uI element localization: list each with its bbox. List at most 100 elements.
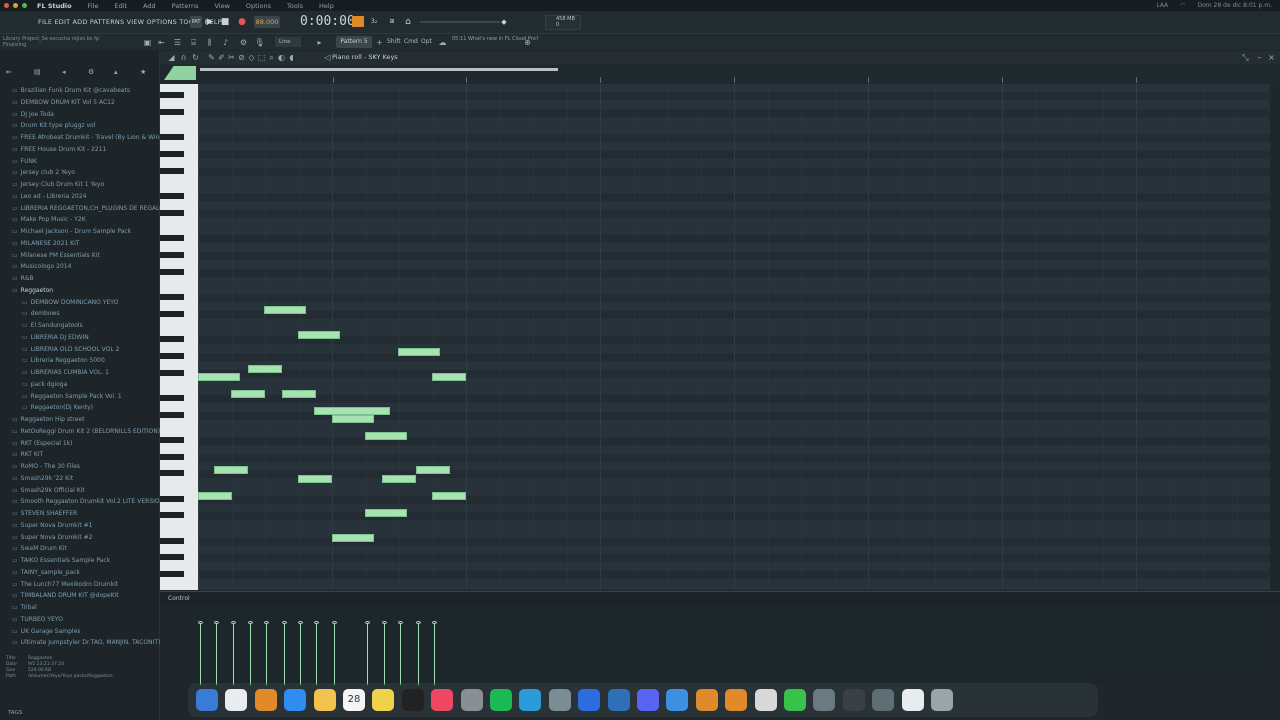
midi-note[interactable] [298, 331, 340, 339]
browser-file-icon[interactable]: ▤ [34, 68, 41, 76]
facetime-icon[interactable] [784, 689, 806, 711]
black-key[interactable] [160, 310, 184, 317]
loop-region-bar[interactable] [200, 68, 558, 71]
fl-studio-3-icon[interactable] [725, 689, 748, 711]
browser-folder[interactable]: ▭ RetOoReggi Drum Kit 2 (BELORNILLS EDITI… [12, 426, 160, 437]
browser-folder[interactable]: ▭ SwaM Drum Kit [12, 543, 67, 554]
piano-roll-title[interactable]: Piano roll - SKY Keys [332, 53, 398, 61]
midi-note[interactable] [416, 466, 450, 474]
browser-folder[interactable]: ▭ Musicologo 2014 [12, 261, 71, 272]
midi-note[interactable] [398, 348, 440, 356]
parallels-icon[interactable] [754, 689, 777, 711]
browser-folder[interactable]: ▭ RoMO - The 30 Files [12, 461, 80, 472]
midi-note[interactable] [198, 492, 232, 500]
status-lang[interactable]: LAA [1156, 2, 1168, 9]
plugin-icon[interactable]: ⚙ [238, 37, 249, 48]
browser-folder[interactable]: ▭ Milanese PM Essentials Kit [12, 250, 100, 261]
black-key[interactable] [160, 512, 184, 519]
black-key[interactable] [160, 436, 184, 443]
browser-star-icon[interactable]: ★ [140, 68, 146, 76]
pr-minimize-icon[interactable]: – [1254, 52, 1265, 63]
pr-menu-icon[interactable]: ◢ [166, 52, 177, 63]
maximize-button[interactable] [22, 3, 27, 8]
browser-folder[interactable]: ▭ Super Nova Drumkit #1 [12, 520, 92, 531]
countdown-icon[interactable]: ⌂ [402, 16, 414, 28]
velocity-bar[interactable] [214, 621, 219, 685]
black-key[interactable] [160, 554, 184, 561]
app-store-icon[interactable] [284, 689, 307, 711]
stop-icon[interactable]: ■ [219, 16, 231, 28]
fl-studio-2-icon[interactable] [695, 689, 718, 711]
midi-note[interactable] [231, 390, 265, 398]
browser-folder[interactable]: ▭ Jersey Club Drum Kit 1 Yeyo [12, 179, 104, 190]
pattern-selector[interactable]: Pattern 5 [336, 36, 372, 48]
add-pattern-icon[interactable]: + [374, 37, 385, 48]
velocity-bar[interactable] [264, 621, 269, 685]
shift-modifier[interactable]: Shift [387, 38, 401, 45]
browser-subfolder[interactable]: ▭ DEMBOW DOMINICANO YEYO [22, 297, 118, 308]
browser-folder[interactable]: ▭ TAINY_sample_pack [12, 567, 80, 578]
black-key[interactable] [160, 210, 184, 216]
cmd-modifier[interactable]: Cmd [404, 38, 418, 45]
velocity-bar[interactable] [198, 621, 203, 685]
piano-roll-start-marker[interactable] [164, 66, 196, 80]
browser-folder[interactable]: ▭ Leo ad - Libreria 2024 [12, 191, 86, 202]
browser-folder[interactable]: ▭ Brazilian Funk Drum Kit @cavabeats [12, 85, 130, 96]
black-key[interactable] [160, 193, 184, 200]
discord-icon[interactable] [637, 689, 659, 711]
black-key[interactable] [160, 268, 184, 275]
browser-folder[interactable]: ▭ Reggaeton Hip street [12, 414, 84, 425]
pen-icon[interactable] [842, 689, 865, 711]
channel-rack-icon[interactable]: ⌸ [188, 37, 199, 48]
browser-folder[interactable]: ▭ RKT KIT [12, 449, 43, 460]
browser-subfolder[interactable]: ▭ LIBRERIA OLD SCHOOL VOL 2 [22, 344, 119, 355]
app-menu[interactable]: FL Studio [37, 2, 72, 10]
midi-note[interactable] [382, 475, 416, 483]
velocity-bar[interactable] [398, 621, 403, 685]
black-key[interactable] [160, 411, 184, 418]
play-icon[interactable]: ▶ [204, 16, 216, 28]
black-key[interactable] [160, 151, 184, 158]
midi-note[interactable] [432, 492, 466, 500]
keynote-icon[interactable] [666, 689, 689, 711]
menu-edit[interactable]: Edit [115, 2, 128, 10]
midi-note[interactable] [298, 475, 332, 483]
black-key[interactable] [160, 168, 184, 174]
velocity-bar[interactable] [432, 621, 437, 685]
black-key[interactable] [160, 252, 184, 258]
hint-close-icon[interactable]: ▣ [142, 37, 153, 48]
midi-icon[interactable] [607, 689, 630, 711]
midi-note[interactable] [432, 373, 466, 381]
browser-folder[interactable]: ▭ Smooth Reggaeton Drumkit Vol.2 LITE VER… [12, 496, 164, 507]
browser-folder[interactable]: ▭ TURBEO YEYO [12, 614, 63, 625]
pr-resize-icon[interactable]: ⤡ [1240, 52, 1251, 63]
menu-tools[interactable]: Tools [287, 2, 303, 10]
browser-folder[interactable]: ▭ R&B [12, 273, 34, 284]
browser-folder[interactable]: ▭ DJ Joe Toda [12, 109, 54, 120]
midi-note[interactable] [314, 407, 390, 415]
browser-folder[interactable]: ▭ FUNK [12, 156, 37, 167]
black-key[interactable] [160, 92, 184, 99]
mixer-icon[interactable] [578, 689, 601, 711]
browser-folder[interactable]: ▭ Make Pop Music - Y2K [12, 214, 86, 225]
browser-folder[interactable]: ▭ Smash29k Official Kit [12, 485, 85, 496]
piano-roll-timeline[interactable] [160, 66, 1280, 84]
note-grid[interactable] [198, 84, 1270, 590]
mixer-icon[interactable]: ⫼ [204, 37, 215, 48]
black-key[interactable] [160, 453, 184, 460]
playlist-icon[interactable]: ☰ [172, 37, 183, 48]
appletv-icon[interactable] [401, 689, 424, 711]
velocity-bar[interactable] [382, 621, 387, 685]
metronome-icon[interactable]: 3₂ [368, 16, 380, 28]
black-key[interactable] [160, 294, 184, 300]
chrome-icon[interactable] [225, 689, 248, 711]
midi-note[interactable] [264, 306, 306, 314]
midi-note[interactable] [214, 466, 248, 474]
browser-back-icon[interactable]: ⇤ [6, 68, 12, 76]
spotify-icon[interactable] [490, 689, 512, 711]
black-key[interactable] [160, 235, 184, 242]
tags-label[interactable]: TAGS [8, 710, 22, 716]
black-key[interactable] [160, 537, 184, 544]
browser-subfolder[interactable]: ▭ Reggaeton Sample Pack Vol. 1 [22, 391, 122, 402]
snap-select[interactable]: Line [275, 37, 301, 47]
